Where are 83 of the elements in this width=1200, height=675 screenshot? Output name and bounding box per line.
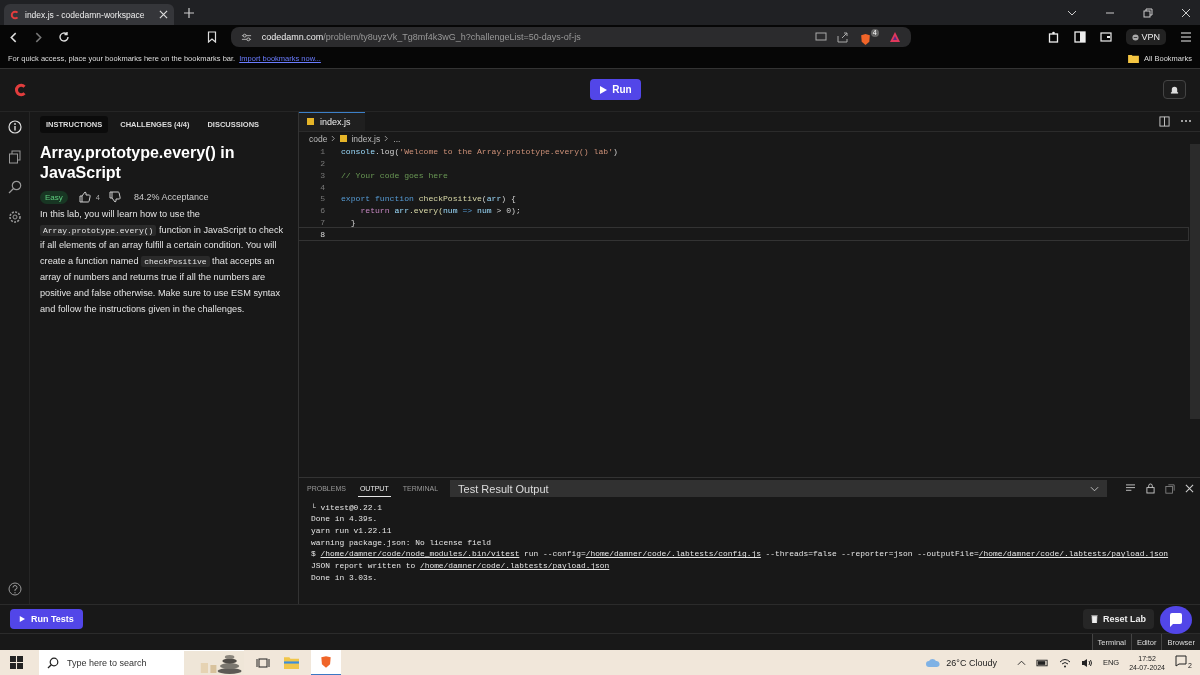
line-number: 5	[319, 194, 326, 204]
lab-button[interactable]	[1163, 80, 1186, 100]
windows-start-icon[interactable]	[10, 656, 23, 669]
code-line: return arr.every(num => num > 0);	[359, 206, 521, 216]
chevron-right-icon	[331, 135, 337, 143]
forward-icon[interactable]	[33, 31, 44, 43]
files-icon[interactable]	[7, 149, 22, 164]
reload-icon[interactable]	[58, 31, 70, 44]
open-file-icon[interactable]	[1165, 483, 1175, 494]
close-icon[interactable]	[1181, 7, 1191, 18]
thumbs-up-icon[interactable]	[78, 191, 91, 204]
trash-icon	[1091, 615, 1098, 624]
line-number: 2	[319, 158, 326, 168]
code-line: // Your code goes here	[341, 170, 448, 180]
play-icon	[19, 616, 25, 623]
line-number: 3	[319, 170, 326, 180]
thumbs-down-icon[interactable]	[108, 191, 121, 204]
bookmark-icon[interactable]	[206, 31, 217, 44]
chat-icon[interactable]	[1160, 606, 1192, 635]
run-tests-button[interactable]: Run Tests	[10, 609, 83, 630]
weather-widget[interactable]: 26°C Cloudy	[925, 657, 997, 668]
js-file-icon	[340, 135, 348, 143]
close-icon[interactable]	[1185, 484, 1194, 494]
js-file-icon	[307, 118, 314, 126]
close-icon[interactable]	[159, 10, 168, 19]
breadcrumb-item[interactable]: index.js	[351, 133, 381, 144]
vpn-button[interactable]: VPN	[1125, 29, 1166, 46]
site-settings-icon	[240, 31, 252, 43]
line-number: 1	[319, 147, 326, 157]
breadcrumb-item[interactable]: ...	[393, 133, 401, 144]
chevron-down-icon	[1090, 485, 1099, 492]
task-view-icon[interactable]	[256, 656, 270, 669]
code-line: console.log('Welcome to the Array.prototype.every() lab')	[341, 147, 618, 157]
chevron-up-icon[interactable]	[1016, 659, 1026, 666]
folder-icon[interactable]	[284, 656, 299, 669]
line-number: 8	[319, 229, 326, 239]
restore-icon[interactable]	[1143, 7, 1153, 18]
run-button[interactable]: Run	[590, 79, 641, 101]
page-tab[interactable]: index.js - codedamn-workspace	[4, 4, 174, 25]
menu-icon[interactable]	[1180, 32, 1192, 43]
line-number: 7	[319, 217, 326, 227]
settings-icon[interactable]	[7, 209, 22, 224]
search-icon[interactable]	[7, 179, 22, 194]
line-number: 4	[319, 182, 326, 192]
status-dot-icon	[1131, 33, 1139, 41]
play-icon	[599, 85, 608, 94]
share-icon[interactable]	[836, 31, 849, 44]
more-icon[interactable]	[1180, 119, 1192, 124]
reset-lab-button[interactable]: Reset Lab	[1083, 609, 1154, 630]
help-icon[interactable]	[7, 582, 22, 597]
scrollbar[interactable]	[1190, 143, 1200, 419]
bell-icon	[1170, 85, 1179, 95]
lesson-title: Array.prototype.every() in JavaScript	[40, 142, 236, 183]
wallet-icon[interactable]	[1099, 31, 1112, 44]
breadcrumb-item[interactable]: code	[309, 133, 328, 144]
battery-icon[interactable]	[1035, 658, 1049, 667]
folder-icon	[1128, 54, 1140, 64]
lesson-description: In this lab, you will learn how to use the Array.prototype.every() function in JavaScript to check if all elements of an array fulfill a certain condition. You will create a function named checkPositive that accepts an array of numbers and returns true if all the numbers are positive and false otherwise. Make sure to use ESM syntax and follow the instructions given in the challenges.	[40, 207, 285, 316]
acceptance-rate: 84.2% Acceptance	[133, 192, 209, 203]
code-line: }	[349, 217, 356, 227]
shield-icon	[858, 32, 872, 46]
split-editor-icon[interactable]	[1159, 115, 1170, 127]
lock-icon[interactable]	[1146, 483, 1155, 495]
triangle-icon[interactable]	[888, 31, 901, 44]
chevron-right-icon	[384, 135, 390, 143]
difficulty-badge: Easy	[40, 190, 68, 204]
code-line: export function checkPositive(arr) {	[341, 194, 516, 204]
search-icon	[47, 656, 59, 669]
back-icon[interactable]	[8, 31, 19, 43]
taskbar-search-field[interactable]: Type here to search	[39, 650, 244, 675]
sidebar-icon[interactable]	[1073, 31, 1086, 44]
message-icon	[1175, 655, 1187, 667]
new-tab-icon[interactable]	[184, 7, 194, 18]
clear-output-icon[interactable]	[1125, 484, 1136, 494]
line-number: 6	[319, 206, 326, 216]
site-logo-icon	[10, 9, 20, 20]
output-channel-dropdown[interactable]: Test Result Output	[450, 480, 1107, 498]
info-icon[interactable]	[7, 119, 22, 134]
wifi-icon[interactable]	[1058, 657, 1071, 668]
cast-icon[interactable]	[814, 32, 827, 43]
cloud-icon	[925, 657, 942, 668]
app-logo-icon[interactable]	[14, 82, 28, 97]
speaker-icon[interactable]	[1080, 657, 1093, 668]
